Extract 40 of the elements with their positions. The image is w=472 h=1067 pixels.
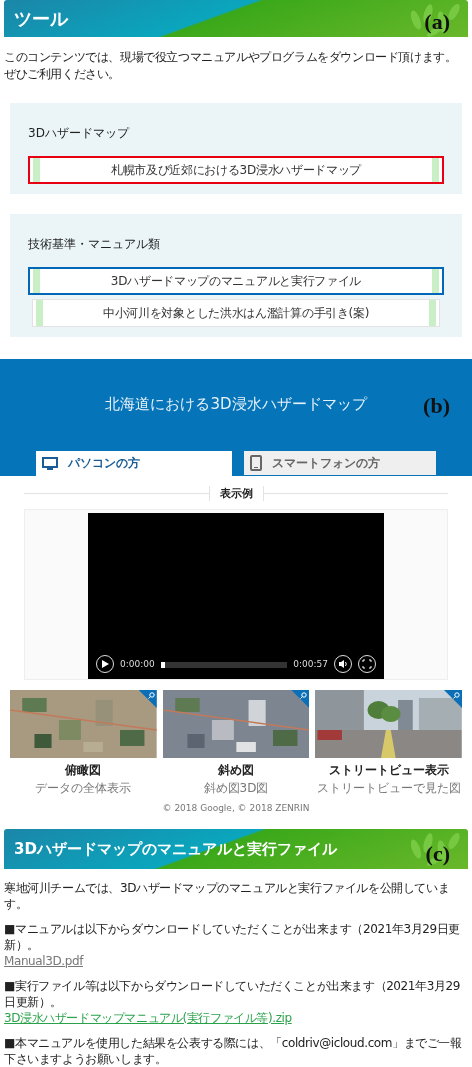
download-link[interactable]: 3D浸水ハザードマップマニュアル(実行ファイル等).zip [4, 1011, 292, 1025]
section-title: 3Dハザードマップのマニュアルと実行ファイル [14, 839, 337, 859]
download-link[interactable]: Manual3D.pdf [4, 954, 83, 968]
play-icon [101, 660, 109, 668]
thumbnail-caption: データの全体表示 [35, 780, 132, 797]
zoom-icon[interactable] [300, 692, 308, 699]
tab[interactable]: パソコンの方 [36, 451, 232, 476]
intro-text: ぜひご利用ください。 [4, 66, 121, 84]
paragraph: 寒地河川チームでは、3Dハザードマップのマニュアルと実行ファイルを公開しています。 [4, 880, 451, 912]
panel-heading: 技術基準・マニュアル類 [28, 236, 161, 254]
thumbnail-title: 俯瞰図 [65, 762, 102, 779]
monitor-icon [42, 456, 58, 471]
phone-icon [250, 455, 262, 471]
section-heading: 表示例 [208, 486, 264, 501]
paragraph: ■本マニュアルを使用した結果を公表する際には、「coldriv@icloud.com」までご一報下さいますようお願いします。 [4, 1035, 463, 1067]
paragraph: ■実行ファイル等は以下からダウンロードしていただくことが出来ます（2021年3月29日更新）。 [4, 978, 461, 1010]
copyright-text: © 2018 Google, © 2018 ZENRIN [161, 803, 311, 813]
thumbnail-caption: 斜め図3D図 [203, 780, 269, 797]
hero-title: 北海道における3D浸水ハザードマップ [105, 395, 367, 415]
link-button[interactable]: 3Dハザードマップのマニュアルと実行ファイル [28, 267, 444, 296]
panel-heading: 3Dハザードマップ [28, 125, 131, 143]
section-title: ツール [14, 6, 68, 31]
figure-label: (c) [425, 841, 450, 867]
fullscreen-icon [362, 659, 372, 669]
tab[interactable]: スマートフォンの方 [244, 451, 436, 475]
thumbnail-title: 斜め図 [218, 762, 254, 779]
thumbnail-caption: ストリートビューで見た図 [316, 780, 461, 797]
speaker-icon [338, 659, 348, 669]
zoom-icon[interactable] [147, 692, 155, 699]
duration: 0:00:57 [293, 659, 328, 669]
paragraph: ■マニュアルは以下からダウンロードしていただくことが出来ます（2021年3月29日更新）。 [4, 921, 461, 953]
figure-label: (b) [423, 393, 450, 420]
figure-label: (a) [424, 9, 450, 36]
thumbnail-title: ストリートビュー表示 [328, 762, 449, 779]
intro-text: このコンテンツでは、現場で役立つマニュアルやプログラムをダウンロード頂けます。 [4, 49, 458, 67]
current-time: 0:00:00 [120, 659, 155, 669]
zoom-icon[interactable] [453, 692, 460, 699]
link-button[interactable]: 中小河川を対象とした洪水はん濫計算の手引き(案) [32, 299, 440, 328]
link-button[interactable]: 札幌市及び近郊における3D浸水ハザードマップ [28, 156, 444, 185]
progress-track[interactable] [160, 662, 288, 668]
